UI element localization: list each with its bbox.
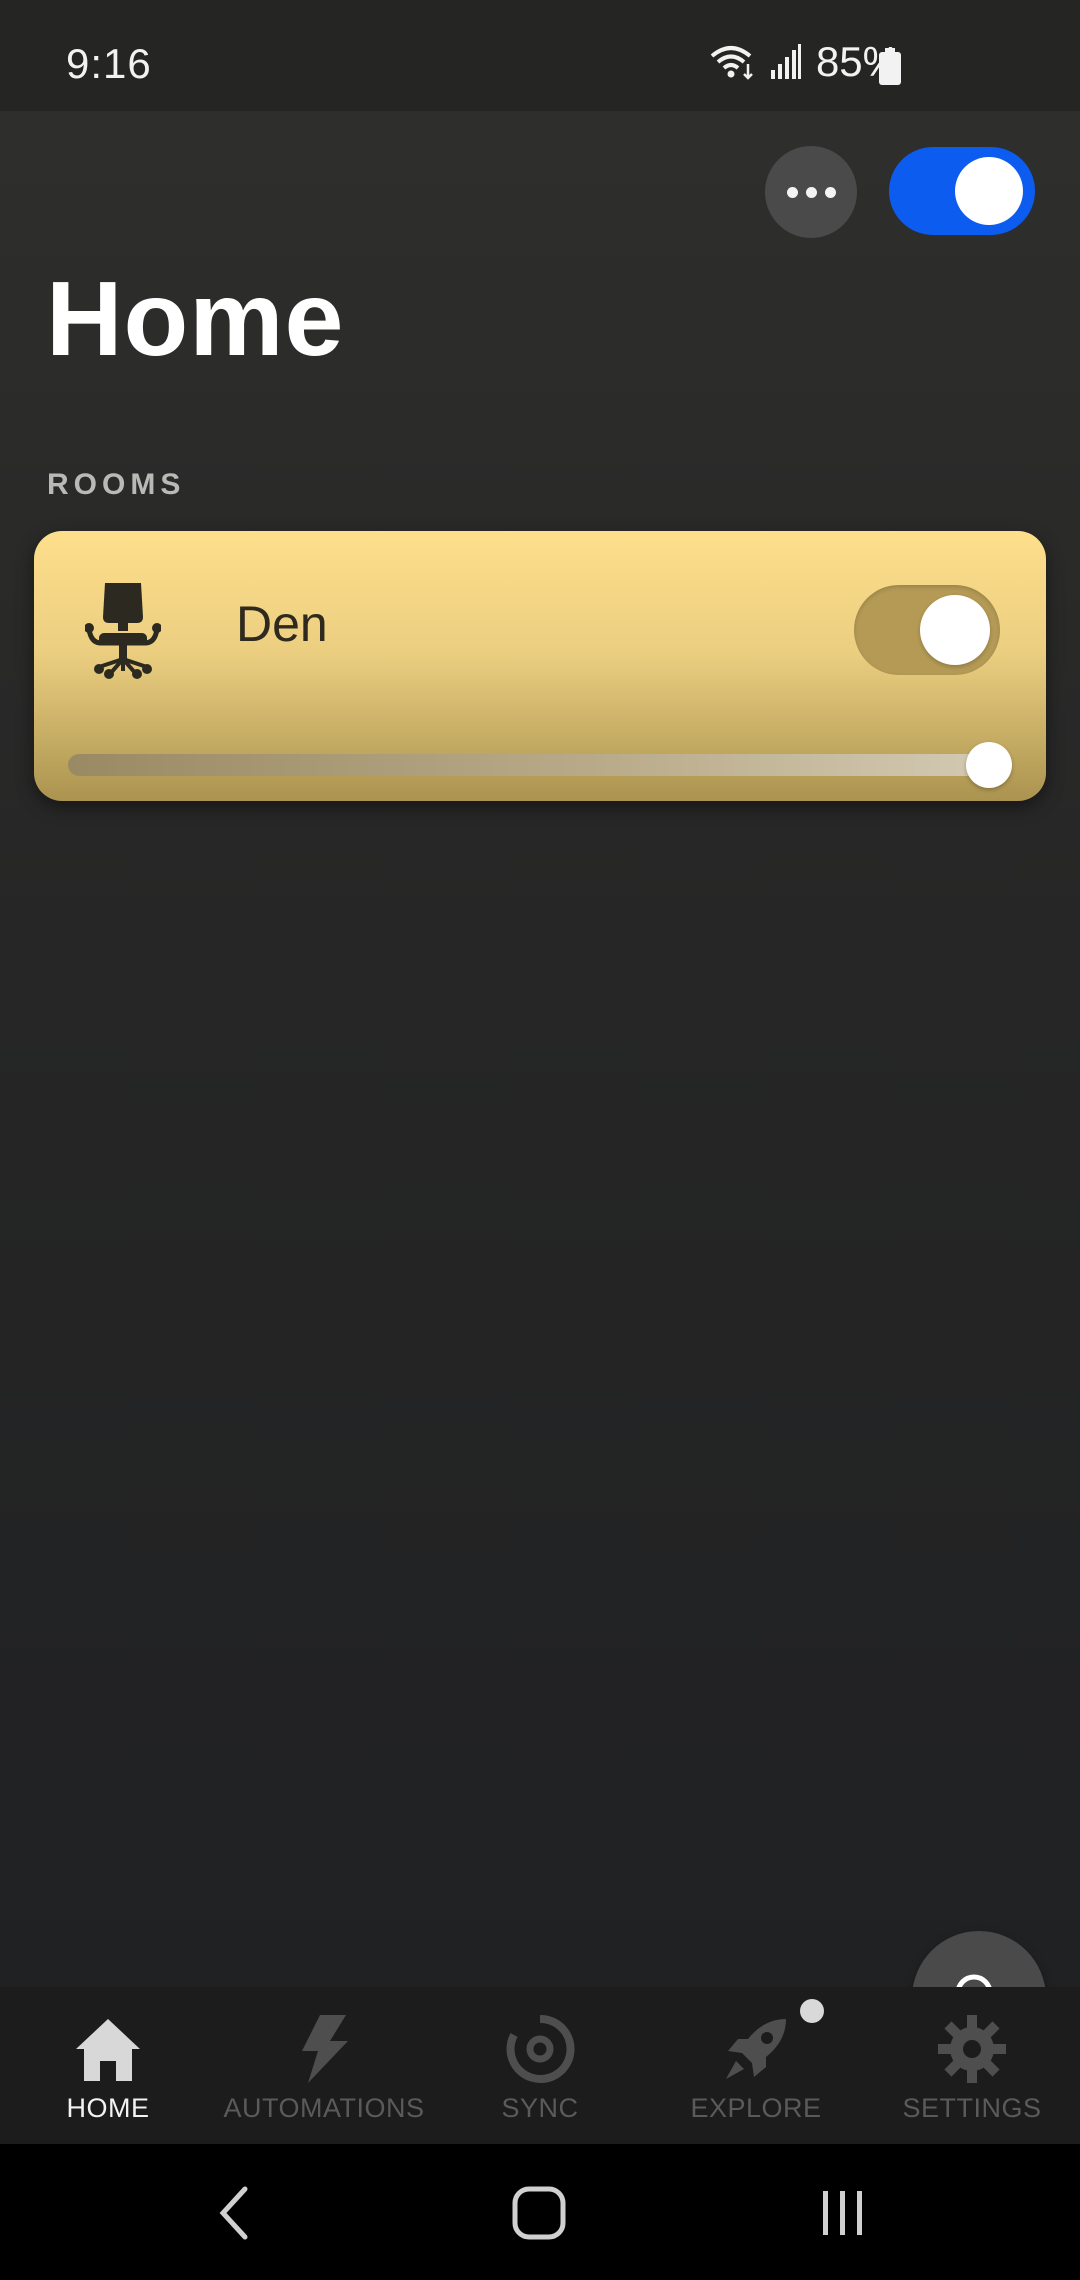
more-dot (824, 186, 836, 198)
explore-notification-badge (800, 1999, 824, 2023)
brightness-slider-track[interactable] (68, 754, 1012, 776)
battery-icon (879, 48, 901, 85)
nav-item-sync[interactable]: SYNC (432, 1987, 648, 2144)
nav-label: HOME (66, 2093, 150, 2123)
office-chair-icon (85, 583, 161, 679)
more-dot (805, 186, 817, 198)
system-navigation-bar (0, 2144, 1080, 2280)
room-card-den[interactable]: Den (34, 531, 1046, 801)
brightness-slider-thumb[interactable] (966, 742, 1012, 788)
recent-apps-icon (823, 2191, 862, 2235)
gear-icon (938, 2015, 1006, 2083)
home-icon (76, 2019, 140, 2081)
toggle-knob (920, 595, 990, 665)
back-icon (219, 2186, 248, 2240)
more-horizontal-icon (786, 186, 798, 198)
nav-label: SETTINGS (902, 2093, 1042, 2123)
signal-icon (770, 44, 801, 79)
room-name: Den (236, 596, 328, 652)
nav-label: SYNC (501, 2093, 579, 2123)
nav-item-automations[interactable]: AUTOMATIONS (216, 1987, 432, 2144)
status-time: 9:16 (66, 40, 152, 87)
nav-label: EXPLORE (690, 2093, 822, 2123)
master-power-toggle[interactable] (889, 147, 1035, 235)
lightning-icon (302, 2015, 348, 2083)
status-bar: 9:16 85% (0, 0, 1080, 111)
toggle-knob (955, 157, 1023, 225)
screen: 9:16 85% Home ROOMS Den HOME AUTOMATIONS… (0, 0, 1080, 2280)
nav-item-home[interactable]: HOME (0, 1987, 216, 2144)
home-square-icon (512, 2186, 566, 2240)
system-home-button[interactable] (504, 2178, 574, 2248)
page-title: Home (46, 260, 345, 378)
nav-item-explore[interactable]: EXPLORE (648, 1987, 864, 2144)
room-power-toggle[interactable] (854, 585, 1000, 675)
status-icons: 85% (710, 34, 900, 90)
sync-icon (506, 2014, 575, 2083)
more-options-button[interactable] (765, 146, 857, 238)
main-content: Home ROOMS Den (0, 111, 1080, 2065)
nav-item-settings[interactable]: SETTINGS (864, 1987, 1080, 2144)
nav-label: AUTOMATIONS (223, 2093, 425, 2123)
recent-apps-button[interactable] (808, 2178, 878, 2248)
back-button[interactable] (200, 2178, 270, 2248)
bottom-navigation: HOME AUTOMATIONS SYNC EXPLORE SETTINGS (0, 1987, 1080, 2144)
rocket-icon (726, 2019, 786, 2079)
rooms-section-label: ROOMS (47, 468, 186, 501)
wifi-icon (710, 46, 753, 80)
